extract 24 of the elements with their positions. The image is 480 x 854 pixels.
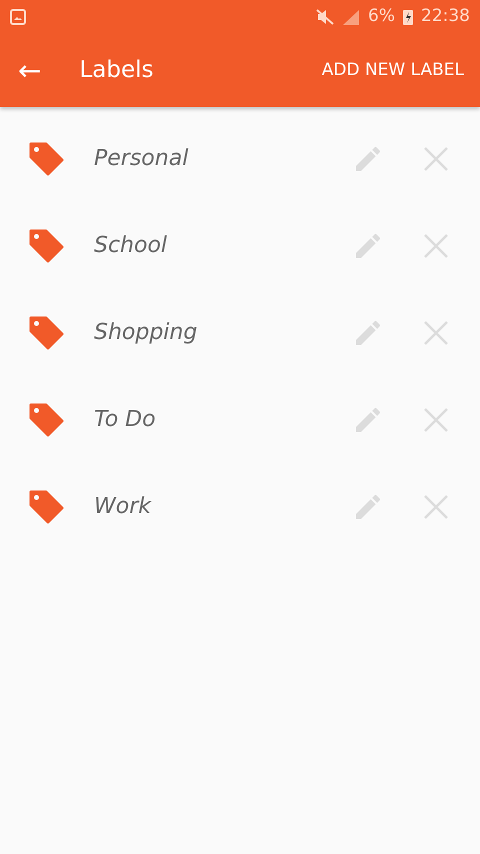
close-icon[interactable]	[422, 318, 450, 346]
tag-icon	[28, 142, 64, 176]
label-name[interactable]: Shopping	[94, 316, 198, 349]
tag-icon	[28, 316, 64, 350]
add-new-label-button[interactable]: ADD NEW LABEL	[322, 54, 464, 88]
tag-icon	[28, 402, 64, 436]
back-button[interactable]: ←	[18, 56, 42, 84]
tag-icon	[28, 228, 64, 262]
tag-icon	[28, 490, 64, 524]
label-name[interactable]: To Do	[94, 403, 156, 436]
close-icon[interactable]	[422, 406, 450, 434]
label-name[interactable]: School	[94, 229, 168, 262]
battery-icon	[403, 9, 413, 25]
close-icon[interactable]	[422, 492, 450, 520]
label-name[interactable]: Work	[94, 490, 151, 523]
image-icon	[10, 9, 26, 25]
mute-icon	[316, 9, 334, 25]
screen-title: Labels	[79, 56, 154, 86]
battery-percent: 6%	[368, 5, 395, 28]
clock-time: 22:38	[421, 5, 470, 28]
close-icon[interactable]	[422, 144, 450, 172]
signal-icon	[342, 9, 360, 25]
close-icon[interactable]	[422, 232, 450, 260]
label-name[interactable]: Personal	[94, 142, 188, 175]
